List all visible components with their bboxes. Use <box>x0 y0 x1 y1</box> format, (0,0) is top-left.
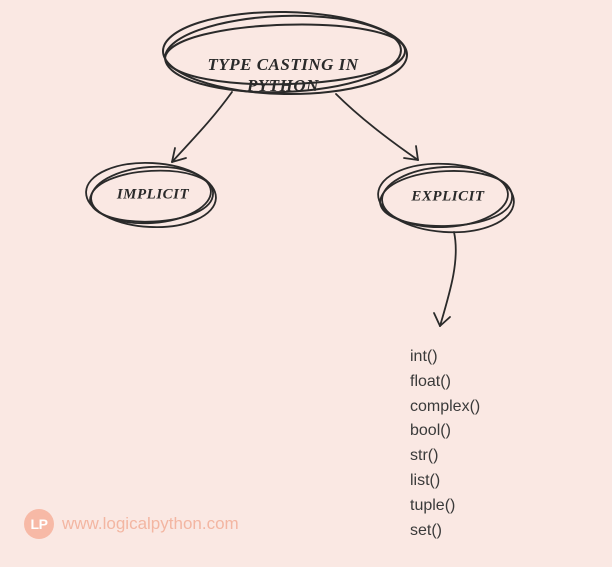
implicit-node-label: IMPLICIT <box>117 186 189 205</box>
root-node-label: TYPE CASTING IN PYTHON <box>193 54 373 97</box>
explicit-functions-list: int() float() complex() bool() str() lis… <box>410 345 480 543</box>
arrow-to-functions <box>434 232 456 326</box>
arrow-to-implicit <box>172 92 232 162</box>
footer: LP www.logicalpython.com <box>24 509 239 539</box>
list-item: int() <box>410 345 480 370</box>
site-url: www.logicalpython.com <box>62 514 239 534</box>
list-item: set() <box>410 519 480 544</box>
arrow-to-explicit <box>336 94 418 160</box>
list-item: list() <box>410 469 480 494</box>
list-item: tuple() <box>410 494 480 519</box>
logo-badge: LP <box>24 509 54 539</box>
list-item: str() <box>410 444 480 469</box>
logo-text: LP <box>31 516 48 532</box>
implicit-node: IMPLICIT <box>88 164 218 226</box>
explicit-node-label: EXPLICIT <box>411 188 484 207</box>
explicit-node: EXPLICIT <box>380 164 516 230</box>
list-item: complex() <box>410 395 480 420</box>
list-item: bool() <box>410 419 480 444</box>
root-node: TYPE CASTING IN PYTHON <box>172 14 394 94</box>
list-item: float() <box>410 370 480 395</box>
